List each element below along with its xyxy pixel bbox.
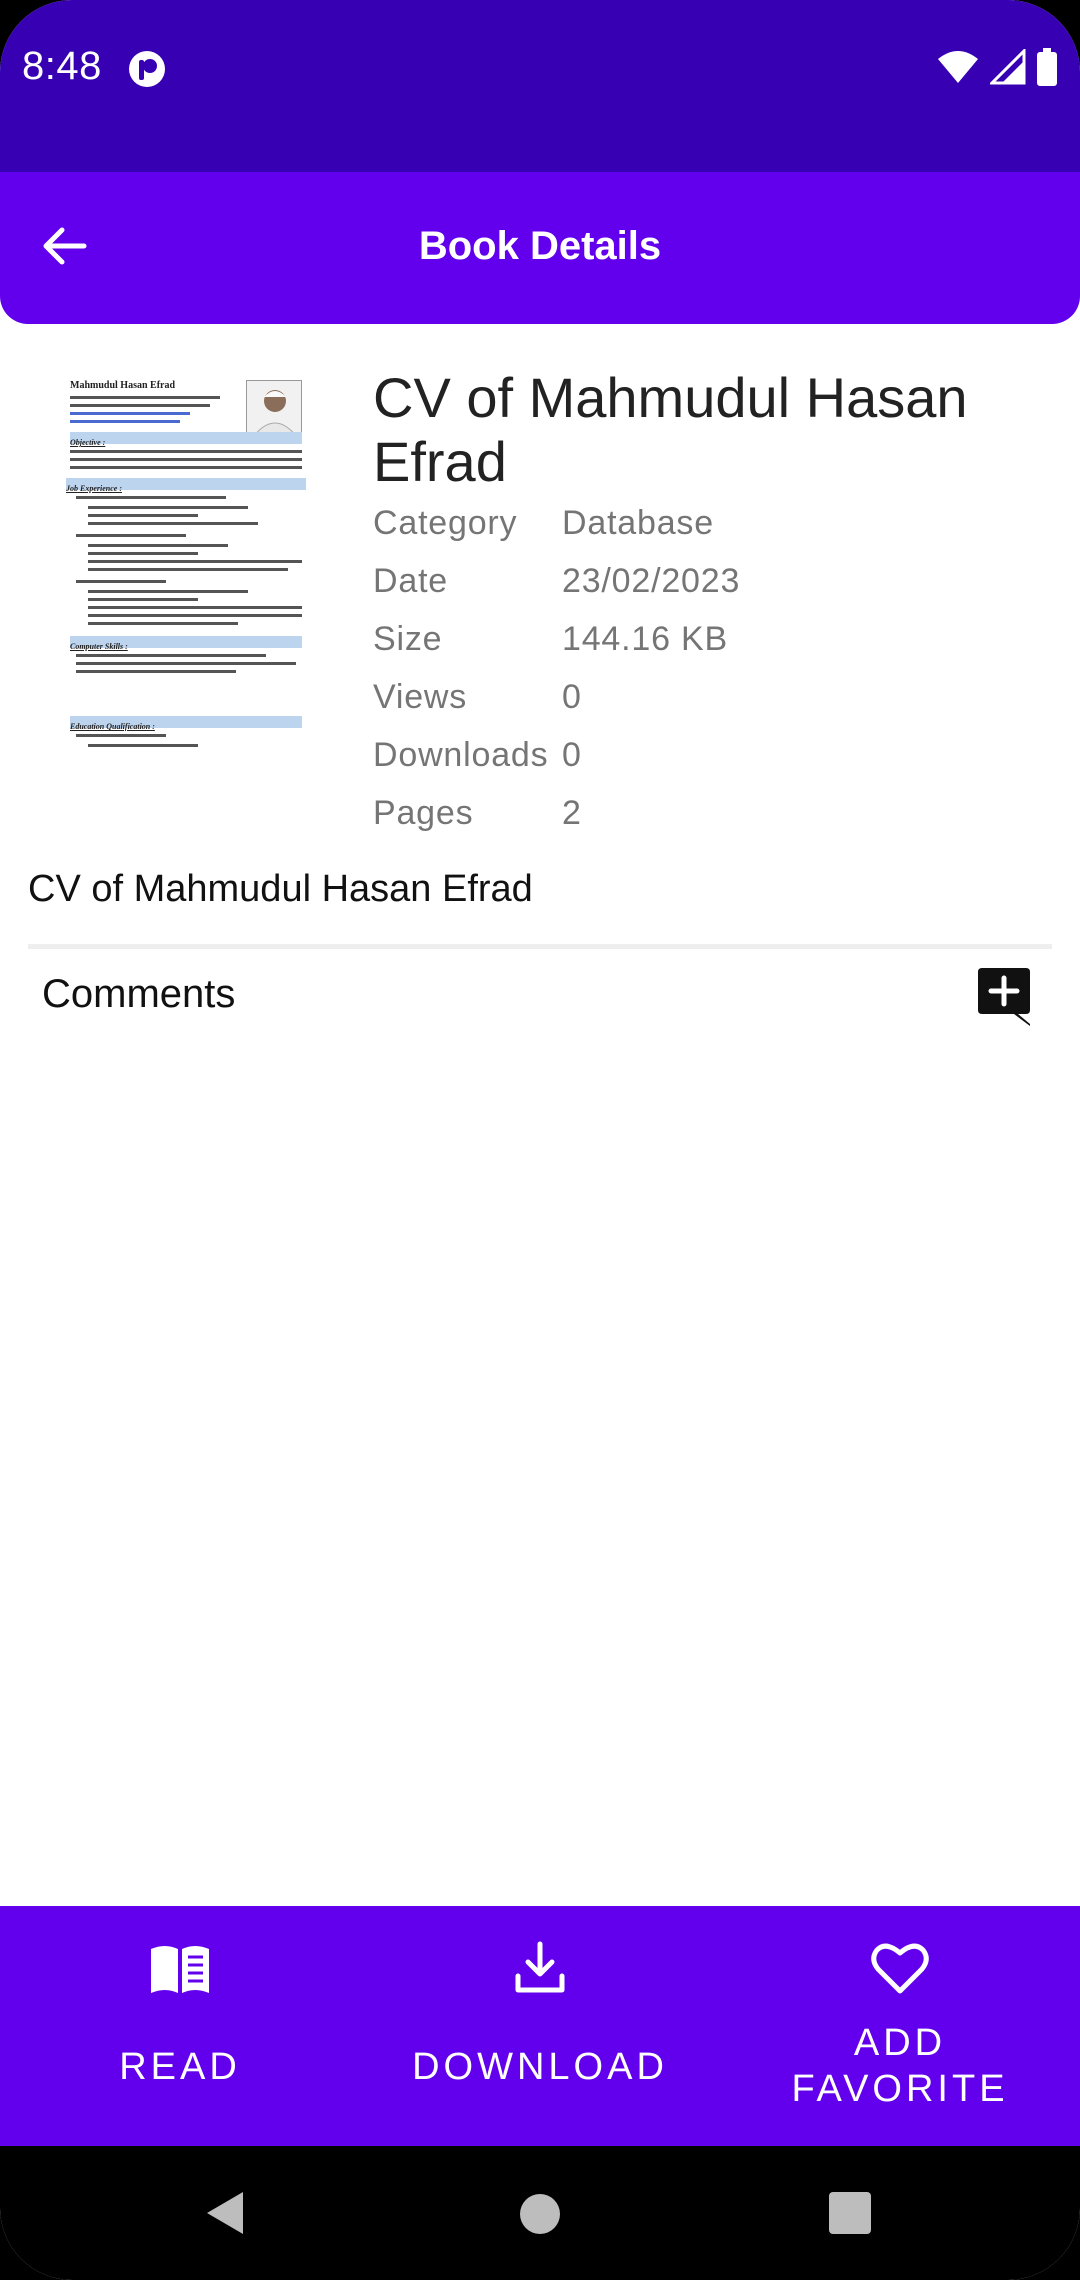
cv-line	[88, 590, 248, 593]
cv-line	[76, 534, 186, 537]
meta-row-date: Date 23/02/2023	[373, 552, 1053, 610]
cv-line	[76, 580, 166, 583]
cv-line	[70, 458, 302, 461]
meta-key: Views	[373, 677, 468, 716]
meta-row-category: Category Database	[373, 494, 1053, 552]
meta-row-downloads: Downloads 0	[373, 726, 1053, 784]
bottom-action-bar: READ DOWNLOAD ADD FAVORITE	[0, 1906, 1080, 2146]
cv-name: Mahmudul Hasan Efrad	[70, 380, 176, 391]
meta-row-views: Views 0	[373, 668, 1053, 726]
status-icons	[936, 47, 1058, 91]
cv-line	[76, 670, 236, 673]
cv-section: Computer Skills :	[70, 636, 302, 651]
meta-value: Database	[562, 503, 714, 542]
cv-line	[88, 514, 198, 517]
cv-line	[88, 552, 198, 555]
cv-line	[70, 412, 190, 415]
divider	[28, 944, 1052, 949]
book-open-icon	[147, 1936, 213, 2000]
cv-line	[88, 622, 238, 625]
cv-line	[88, 506, 248, 509]
app-bar: Book Details	[0, 172, 1080, 324]
cv-line	[88, 568, 288, 571]
download-label: DOWNLOAD	[412, 2046, 668, 2088]
cv-line	[76, 654, 266, 657]
cv-line	[88, 544, 228, 547]
cv-line	[70, 420, 180, 423]
page-title: Book Details	[418, 224, 662, 268]
cv-line	[88, 744, 198, 747]
meta-row-size: Size 144.16 KB	[373, 610, 1053, 668]
cv-line	[76, 662, 296, 665]
nav-home-icon[interactable]	[520, 2194, 560, 2234]
cv-line	[76, 496, 226, 499]
book-description: CV of Mahmudul Hasan Efrad	[28, 868, 533, 910]
cv-line	[88, 606, 302, 609]
phone-screen: 8:48 Book Details Mahmudul Hasan Efrad O…	[0, 0, 1080, 2280]
status-time: 8:48	[22, 44, 102, 88]
app-notification-icon	[128, 50, 166, 88]
meta-value: 144.16 KB	[562, 619, 728, 658]
book-thumbnail[interactable]: Mahmudul Hasan Efrad Objective : Job Exp…	[40, 372, 330, 750]
add-comment-icon	[974, 968, 1034, 1030]
meta-key: Size	[373, 619, 443, 658]
meta-row-pages: Pages 2	[373, 784, 1053, 842]
download-icon	[512, 1936, 568, 2000]
meta-value: 23/02/2023	[562, 561, 741, 600]
cv-section: Objective :	[70, 432, 302, 447]
book-info: CV of Mahmudul Hasan Efrad Category Data…	[373, 366, 1053, 842]
read-button[interactable]: READ	[0, 1906, 360, 2146]
cv-photo	[246, 380, 302, 438]
cv-section: Education Qualification :	[70, 716, 302, 731]
add-favorite-button[interactable]: ADD FAVORITE	[720, 1906, 1080, 2146]
wifi-icon	[936, 49, 980, 90]
meta-key: Date	[373, 561, 449, 600]
system-nav-bar	[0, 2146, 1080, 2280]
cv-preview: Mahmudul Hasan Efrad Objective : Job Exp…	[40, 372, 330, 750]
cv-line	[88, 560, 302, 563]
meta-key: Pages	[373, 793, 474, 832]
nav-back-icon[interactable]	[205, 2190, 245, 2241]
meta-value: 0	[562, 677, 582, 716]
comments-heading: Comments	[42, 972, 236, 1016]
heart-outline-icon	[870, 1936, 930, 2000]
cv-line	[76, 734, 166, 737]
cv-line	[88, 614, 302, 617]
status-bar: 8:48	[0, 0, 1080, 172]
cv-line	[70, 396, 220, 399]
cv-line	[70, 450, 302, 453]
meta-value: 2	[562, 793, 582, 832]
signal-icon	[988, 47, 1026, 90]
add-comment-button[interactable]	[974, 966, 1034, 1026]
cv-line	[88, 598, 198, 601]
cv-line	[70, 466, 302, 469]
book-title: CV of Mahmudul Hasan Efrad	[373, 366, 968, 493]
battery-icon	[1036, 48, 1058, 91]
cv-line	[88, 522, 258, 525]
meta-key: Downloads	[373, 735, 549, 774]
add-favorite-label: ADD FAVORITE	[791, 2022, 1009, 2110]
download-button[interactable]: DOWNLOAD	[360, 1906, 720, 2146]
nav-recents-icon[interactable]	[829, 2192, 871, 2234]
read-label: READ	[119, 2046, 241, 2088]
meta-value: 0	[562, 735, 582, 774]
meta-key: Category	[373, 503, 518, 542]
cv-line	[70, 404, 210, 407]
cv-section: Job Experience :	[66, 478, 306, 493]
